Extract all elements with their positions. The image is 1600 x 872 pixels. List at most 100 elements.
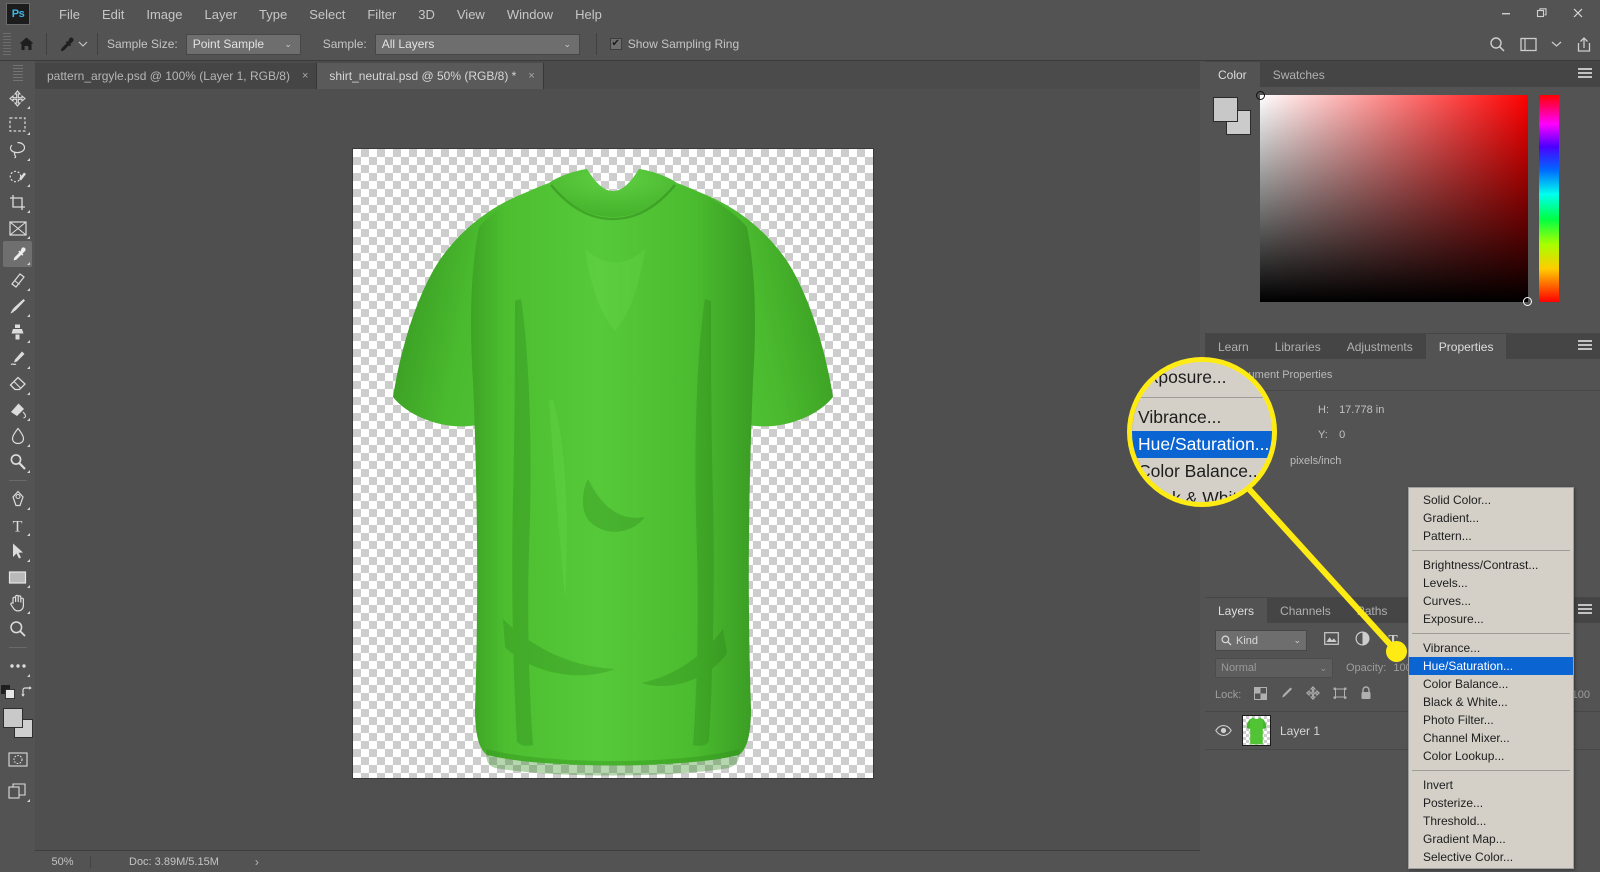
tab-paths[interactable]: Paths [1344, 598, 1401, 623]
rectangular-marquee-tool[interactable] [3, 111, 32, 137]
menu-item-solid-color[interactable]: Solid Color... [1409, 491, 1573, 509]
layer-filter-kind-select[interactable]: Kind ⌄ [1215, 630, 1307, 651]
color-panel-swatches[interactable] [1211, 95, 1253, 137]
fill-value[interactable]: 100 [1572, 689, 1590, 701]
tab-libraries[interactable]: Libraries [1262, 334, 1334, 359]
tab-color[interactable]: Color [1205, 62, 1260, 87]
home-icon[interactable] [11, 36, 41, 52]
panel-menu-icon[interactable] [1578, 604, 1592, 615]
edit-toolbar-tool[interactable] [3, 653, 32, 679]
canvas-area[interactable] [35, 89, 1200, 834]
menu-select[interactable]: Select [298, 3, 356, 26]
menu-item-posterize[interactable]: Posterize... [1409, 794, 1573, 812]
quick-selection-tool[interactable] [3, 163, 32, 189]
lasso-tool[interactable] [3, 137, 32, 163]
eraser-tool[interactable] [3, 371, 32, 397]
lock-image-pixels-icon[interactable] [1280, 686, 1293, 703]
menu-item-invert[interactable]: Invert [1409, 776, 1573, 794]
menu-edit[interactable]: Edit [91, 3, 135, 26]
document-canvas[interactable] [353, 149, 873, 778]
dodge-tool[interactable] [3, 449, 32, 475]
layer-name[interactable]: Layer 1 [1280, 724, 1320, 738]
zoom-tool[interactable] [3, 616, 32, 642]
lock-artboard-icon[interactable] [1333, 687, 1347, 703]
search-icon[interactable] [1489, 36, 1506, 53]
menu-item-gradient-map[interactable]: Gradient Map... [1409, 830, 1573, 848]
lock-position-icon[interactable] [1306, 686, 1321, 703]
status-expand-icon[interactable]: › [255, 855, 259, 869]
move-tool[interactable] [3, 85, 32, 111]
menu-item-threshold[interactable]: Threshold... [1409, 812, 1573, 830]
quick-mask-icon[interactable] [3, 746, 32, 772]
menu-item-hue-saturation[interactable]: Hue/Saturation... [1409, 657, 1573, 675]
options-bar-grip[interactable] [3, 33, 11, 55]
menu-item-brightness-contrast[interactable]: Brightness/Contrast... [1409, 556, 1573, 574]
toolbar-grip[interactable] [12, 65, 23, 81]
hue-slider[interactable] [1539, 95, 1559, 302]
blur-tool[interactable] [3, 423, 32, 449]
menu-help[interactable]: Help [564, 3, 613, 26]
sample-select[interactable]: All Layers ⌄ [374, 33, 580, 55]
pixel-filter-icon[interactable] [1324, 631, 1339, 650]
menu-item-channel-mixer[interactable]: Channel Mixer... [1409, 729, 1573, 747]
tab-swatches[interactable]: Swatches [1260, 62, 1338, 87]
tab-layers[interactable]: Layers [1205, 598, 1268, 623]
menu-layer[interactable]: Layer [194, 3, 249, 26]
close-icon[interactable]: × [528, 70, 534, 82]
frame-tool[interactable] [3, 215, 32, 241]
zoom-level[interactable]: 50% [35, 855, 91, 868]
color-field[interactable] [1256, 91, 1532, 306]
new-adjustment-layer-menu[interactable]: Solid Color... Gradient... Pattern... Br… [1408, 487, 1574, 869]
menu-item-levels[interactable]: Levels... [1409, 574, 1573, 592]
brush-tool[interactable] [3, 293, 32, 319]
lock-transparent-pixels-icon[interactable] [1254, 686, 1268, 703]
menu-item-selective-color[interactable]: Selective Color... [1409, 848, 1573, 866]
layer-thumbnail[interactable] [1242, 715, 1271, 746]
menu-item-vibrance[interactable]: Vibrance... [1409, 639, 1573, 657]
tool-preset-chevron-icon[interactable] [78, 40, 88, 48]
tab-learn[interactable]: Learn [1205, 334, 1262, 359]
active-tool-preset[interactable] [52, 35, 92, 54]
history-brush-tool[interactable] [3, 345, 32, 371]
menu-window[interactable]: Window [496, 3, 564, 26]
screen-mode-icon[interactable] [3, 778, 32, 804]
hand-tool[interactable] [3, 590, 32, 616]
spot-healing-brush-tool[interactable] [3, 267, 32, 293]
type-tool[interactable]: T [3, 512, 32, 538]
foreground-color-swatch[interactable] [2, 708, 23, 728]
tab-channels[interactable]: Channels [1267, 598, 1344, 623]
menu-file[interactable]: File [48, 3, 91, 26]
path-selection-tool[interactable] [3, 538, 32, 564]
restore-icon[interactable] [1524, 2, 1560, 24]
foreground-color-swatch[interactable] [1213, 97, 1238, 122]
color-field-marker[interactable] [1256, 91, 1265, 100]
adjustment-filter-icon[interactable] [1355, 630, 1370, 651]
sample-size-select[interactable]: Point Sample ⌄ [185, 33, 301, 55]
blend-mode-select[interactable]: Normal ⌄ [1215, 658, 1333, 678]
menu-item-color-balance[interactable]: Color Balance... [1409, 675, 1573, 693]
clone-stamp-tool[interactable] [3, 319, 32, 345]
menu-item-gradient[interactable]: Gradient... [1409, 509, 1573, 527]
document-tab-pattern-argyle[interactable]: pattern_argyle.psd @ 100% (Layer 1, RGB/… [35, 63, 318, 89]
show-sampling-ring-checkbox[interactable]: ✔ Show Sampling Ring [609, 37, 744, 51]
gradient-tool[interactable] [3, 397, 32, 423]
default-colors-icon[interactable] [1, 685, 15, 704]
crop-tool[interactable] [3, 189, 32, 215]
menu-item-pattern[interactable]: Pattern... [1409, 527, 1573, 545]
workspace-icon[interactable] [1520, 37, 1537, 52]
menu-type[interactable]: Type [248, 3, 298, 26]
eyedropper-tool[interactable] [3, 241, 32, 267]
panel-menu-icon[interactable] [1578, 340, 1592, 351]
menu-item-curves[interactable]: Curves... [1409, 592, 1573, 610]
menu-view[interactable]: View [446, 3, 496, 26]
menu-item-exposure[interactable]: Exposure... [1409, 610, 1573, 628]
menu-item-black-and-white[interactable]: Black & White... [1409, 693, 1573, 711]
y-value[interactable]: 0 [1339, 429, 1345, 441]
close-icon[interactable] [1560, 2, 1596, 24]
tab-properties[interactable]: Properties [1425, 334, 1507, 359]
pen-tool[interactable] [3, 486, 32, 512]
panel-menu-icon[interactable] [1578, 68, 1592, 79]
lock-all-icon[interactable] [1360, 686, 1372, 703]
chevron-down-icon[interactable] [1551, 40, 1562, 48]
menu-filter[interactable]: Filter [356, 3, 407, 26]
